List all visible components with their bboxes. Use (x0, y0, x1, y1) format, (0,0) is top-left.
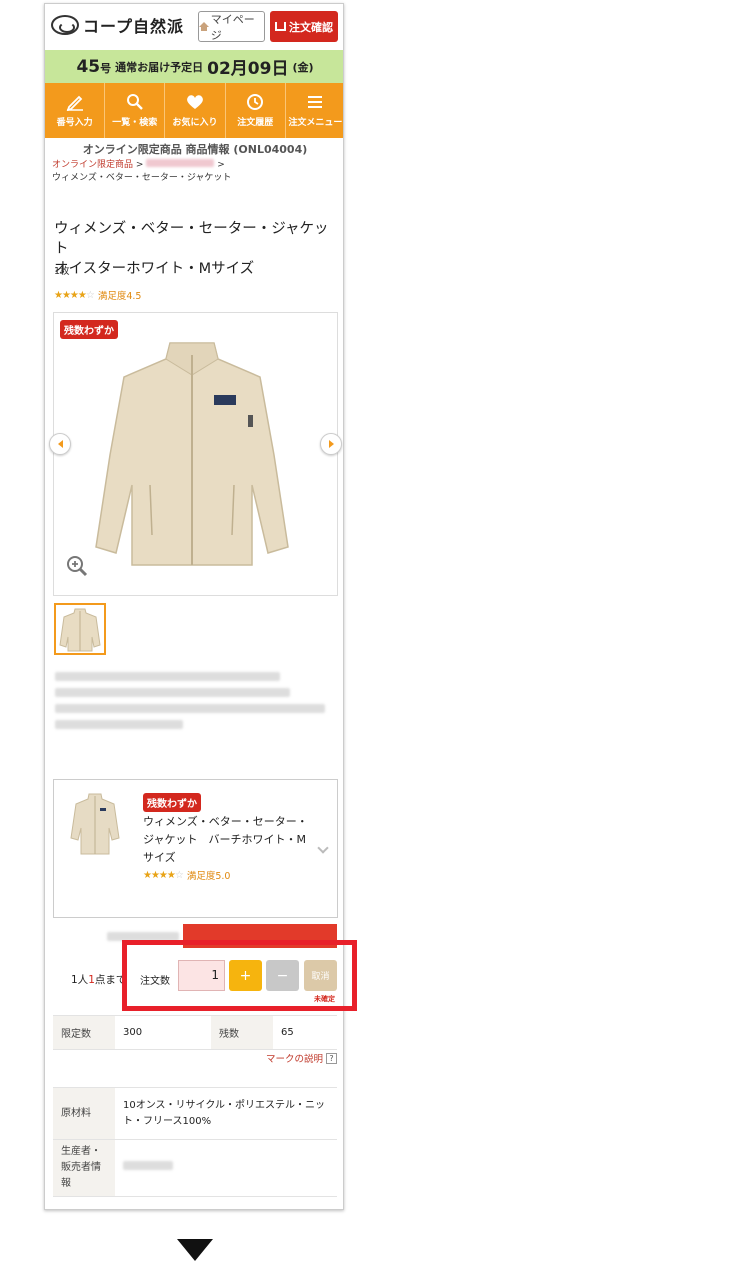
mark-explanation-label: マークの説明 (266, 1054, 324, 1065)
mypage-button[interactable]: マイページ (198, 11, 265, 42)
cart-icon (275, 22, 286, 31)
product-title-line2: オイスターホワイト・Mサイズ (54, 261, 255, 277)
material-value: 10オンス・リサイクル・ポリエステル・ニット・フリース100% (115, 1087, 337, 1140)
menu-icon (307, 93, 323, 111)
delivery-date-bar: 45号 通常お届け予定日 02月09日 (金) (45, 50, 343, 83)
logo-text: コープ自然派 (83, 17, 185, 36)
rating-label: 満足度4.5 (97, 291, 142, 302)
details-table: 原材料 10オンス・リサイクル・ポリエステル・ニット・フリース100% 生産者・… (53, 1087, 337, 1197)
related-rating-label: 満足度5.0 (186, 871, 231, 882)
heart-icon (186, 93, 204, 111)
star-rating-icon: ★★★★☆ (54, 289, 95, 301)
product-title: ウィメンズ・ベター・セーター・ジャケット オイスターホワイト・Mサイズ (54, 219, 340, 279)
product-info-heading: オンライン限定商品 商品情報 (ONL04004) (82, 143, 308, 156)
remaining-value: 65 (273, 1015, 337, 1050)
nav-label: 一覧・検索 (112, 118, 158, 128)
logo-mark-icon (51, 15, 79, 35)
table-row: 限定数 300 残数 65 (53, 1015, 337, 1050)
zoom-icon[interactable] (66, 555, 88, 577)
delivery-date: 02月09日 (207, 59, 289, 79)
issue-suffix: 号 (100, 61, 112, 75)
breadcrumb-separator: > (217, 160, 225, 170)
product-thumbnail[interactable] (54, 603, 106, 655)
nav-label: お気に入り (172, 118, 218, 128)
stock-table: 限定数 300 残数 65 (53, 1015, 337, 1050)
arrow-left-icon (57, 440, 63, 448)
material-header: 原材料 (53, 1087, 115, 1140)
question-icon: ? (326, 1052, 338, 1064)
arrow-right-icon (328, 440, 334, 448)
clock-icon (246, 93, 264, 111)
carousel-prev-button[interactable] (49, 433, 71, 455)
issue-number: 45 (76, 56, 101, 77)
producer-value-redacted (115, 1139, 337, 1197)
remaining-header: 残数 (211, 1015, 273, 1050)
nav-item-favorites[interactable]: お気に入り (165, 83, 226, 138)
product-quantity-unit: 1枚 (54, 266, 70, 277)
product-image-carousel[interactable]: 残数わずか (49, 312, 342, 596)
home-icon (199, 22, 209, 31)
highlight-box (122, 940, 357, 1011)
chevron-down-icon[interactable] (317, 842, 329, 854)
related-low-stock-badge: 残数わずか (143, 793, 201, 812)
search-icon (126, 93, 144, 111)
breadcrumb: オンライン限定商品 > > ウィメンズ・ベター・セーター・ジャケット (52, 159, 342, 185)
order-confirm-button[interactable]: 注文確認 (270, 11, 338, 42)
producer-header: 生産者・販売者情報 (53, 1139, 115, 1197)
nav-item-search[interactable]: 一覧・検索 (105, 83, 166, 138)
related-product-rating: ★★★★☆ 満足度5.0 (143, 868, 231, 883)
main-nav: 番号入力 一覧・検索 お気に入り 注文履歴 注文メニュー (45, 83, 343, 138)
purchase-limit: 1人1点まで (71, 974, 127, 986)
product-description-redacted (55, 672, 325, 736)
delivery-label: 通常お届け予定日 (115, 60, 204, 74)
jacket-image (95, 342, 289, 566)
breadcrumb-root-link[interactable]: オンライン限定商品 (52, 160, 133, 170)
coop-logo[interactable]: コープ自然派 (51, 13, 184, 37)
down-arrow-icon (177, 1239, 213, 1261)
limit-header: 限定数 (53, 1015, 115, 1050)
carousel-next-button[interactable] (320, 433, 342, 455)
nav-label: 注文メニュー (288, 118, 343, 128)
breadcrumb-separator: > (135, 160, 144, 170)
phone-frame: コープ自然派 マイページ 注文確認 45号 通常お届け予定日 02月09日 (金… (44, 3, 344, 1210)
nav-item-number-input[interactable]: 番号入力 (45, 83, 106, 138)
related-product-name: ウィメンズ・ベター・セーター・ジャケット バーチホワイト・Mサイズ (143, 815, 308, 864)
header: コープ自然派 マイページ 注文確認 (45, 4, 343, 49)
nav-label: 注文履歴 (237, 118, 274, 128)
related-product-image (70, 793, 120, 855)
mypage-label: マイページ (210, 12, 255, 42)
product-title-line1: ウィメンズ・ベター・セーター・ジャケット (54, 221, 329, 257)
nav-item-order-menu[interactable]: 注文メニュー (286, 83, 343, 138)
table-row: 生産者・販売者情報 (53, 1139, 337, 1197)
purchase-limit-number: 1 (88, 974, 95, 986)
nav-label: 番号入力 (56, 118, 93, 128)
limit-value: 300 (115, 1015, 211, 1050)
related-product-card[interactable]: 残数わずか ウィメンズ・ベター・セーター・ジャケット バーチホワイト・Mサイズ … (53, 779, 338, 918)
product-rating: ★★★★☆ 満足度4.5 (54, 288, 142, 303)
nav-item-order-history[interactable]: 注文履歴 (226, 83, 286, 138)
pencil-icon (65, 93, 85, 111)
mark-explanation-link[interactable]: マークの説明 ? (266, 1051, 338, 1065)
breadcrumb-current: ウィメンズ・ベター・セーター・ジャケット (52, 173, 232, 183)
table-row: 原材料 10オンス・リサイクル・ポリエステル・ニット・フリース100% (53, 1087, 337, 1140)
star-rating-icon: ★★★★☆ (143, 869, 184, 881)
breadcrumb-category-redacted[interactable] (146, 159, 215, 167)
order-confirm-label: 注文確認 (289, 20, 333, 34)
delivery-weekday: (金) (292, 60, 314, 74)
